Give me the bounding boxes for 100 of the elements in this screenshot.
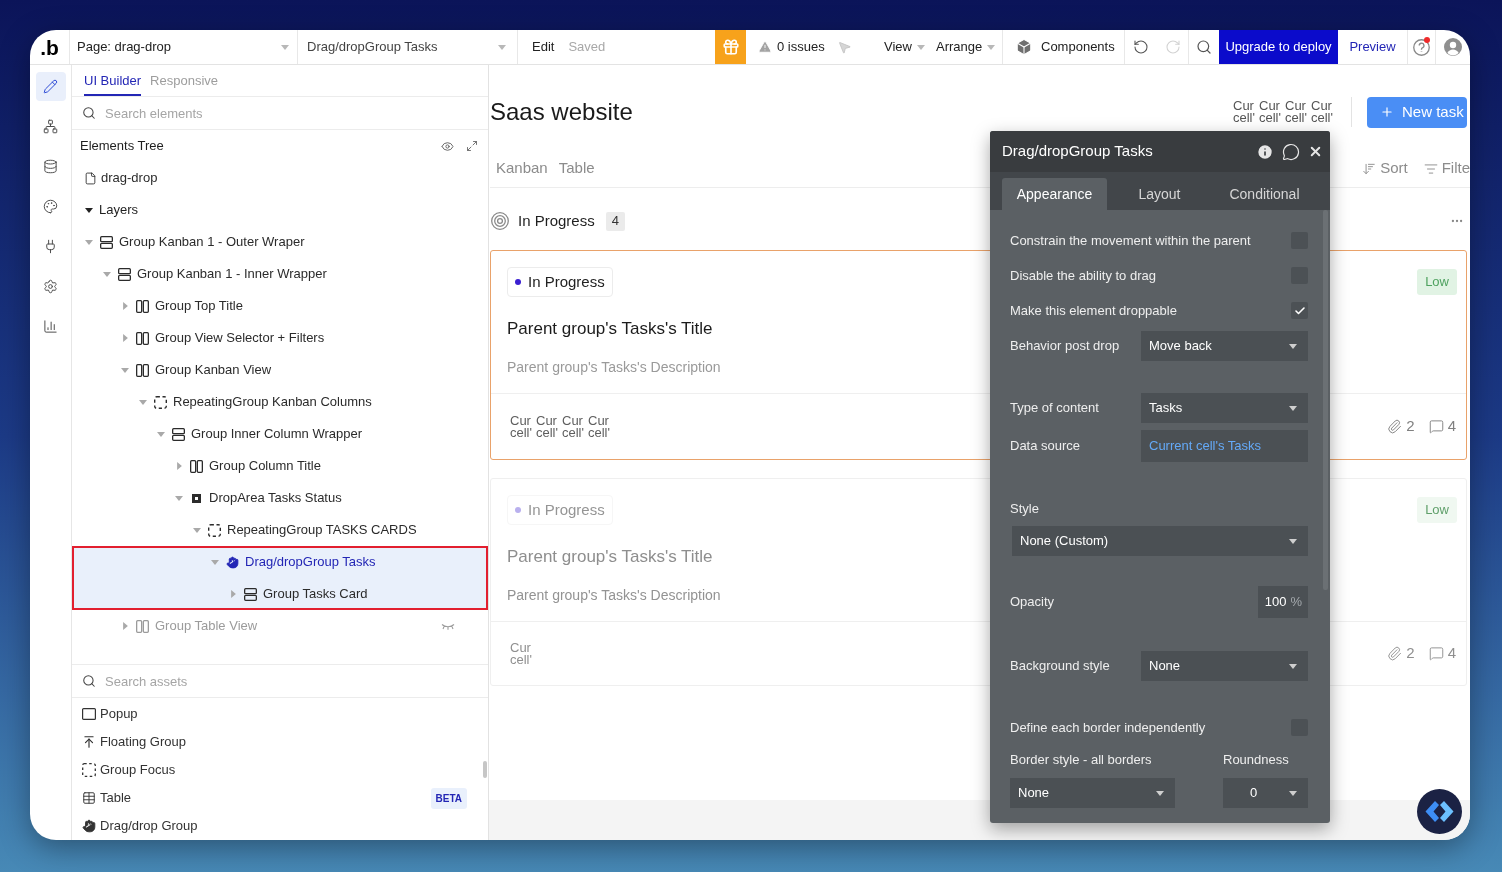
dropdown[interactable]: None xyxy=(1010,778,1175,808)
dropdown[interactable]: 0 xyxy=(1223,778,1308,808)
scrollbar-thumb[interactable] xyxy=(1323,210,1328,590)
tree-item[interactable]: RepeatingGroup TASKS CARDS xyxy=(72,514,488,546)
option-label: Roundness xyxy=(1223,751,1289,770)
search-icon xyxy=(1196,39,1212,55)
stacked-rows-icon xyxy=(172,427,185,441)
tree-item[interactable]: Group Tasks Card xyxy=(72,578,488,610)
gift-icon xyxy=(721,38,740,56)
name-text: Cur xyxy=(562,414,584,427)
save-status: Saved xyxy=(568,38,606,57)
issues-button[interactable]: 0 issues xyxy=(746,30,837,64)
floating-logo-button[interactable] xyxy=(1417,789,1462,834)
columns-icon xyxy=(190,459,203,473)
checkbox[interactable] xyxy=(1291,302,1308,319)
asset-item[interactable]: Table BETA xyxy=(72,784,488,812)
dropdown[interactable]: None xyxy=(1141,651,1308,681)
name-text: Cur xyxy=(1285,100,1307,112)
tree-item[interactable]: Drag/dropGroup Tasks xyxy=(72,546,488,578)
dropdown[interactable]: None (Custom) xyxy=(1012,526,1308,556)
dropdown[interactable]: Move back xyxy=(1141,331,1308,361)
task-title: Parent group's Tasks's Title xyxy=(507,546,713,568)
attachment-count: 2 xyxy=(1406,643,1415,664)
settings-icon xyxy=(43,278,58,294)
undo-icon xyxy=(1133,39,1149,55)
tree-item[interactable]: Layers xyxy=(72,194,488,226)
option-label: Define each border independently xyxy=(1010,718,1206,737)
count-badge: 4 xyxy=(605,211,625,231)
tree-item[interactable]: Group Kanban 1 - Inner Wrapper xyxy=(72,258,488,290)
option-label: Constrain the movement within the parent xyxy=(1010,231,1251,250)
page-select[interactable]: Page: drag-drop xyxy=(70,30,298,64)
close-icon[interactable] xyxy=(1308,144,1323,159)
dashed-square-icon xyxy=(208,523,221,537)
sort-button[interactable]: Sort xyxy=(1362,157,1408,180)
option-label: Background style xyxy=(1010,657,1110,676)
panel-title: Drag/dropGroup Tasks xyxy=(1002,141,1153,162)
target-icon xyxy=(491,212,509,230)
info-icon[interactable] xyxy=(1256,142,1274,161)
name-text: cell' xyxy=(1259,112,1281,124)
preview-link[interactable]: Preview xyxy=(1338,30,1408,64)
sidebar-tab[interactable] xyxy=(35,71,66,101)
caret-icon xyxy=(1156,790,1164,796)
name-text: Cur xyxy=(1311,100,1333,112)
dashed-square-icon xyxy=(82,763,96,777)
element-select[interactable]: Drag/dropGroup Tasks xyxy=(298,30,518,64)
eye-icon[interactable] xyxy=(441,139,454,153)
edit-menu[interactable]: Edit xyxy=(532,37,555,57)
tree-item[interactable]: Group View Selector + Filters xyxy=(72,322,488,354)
palette-icon xyxy=(43,198,58,214)
panel-header[interactable]: Drag/dropGroup Tasks xyxy=(990,131,1330,172)
filter-icon xyxy=(1423,161,1438,176)
name-text: Cur xyxy=(510,414,532,427)
tree-item[interactable]: Group Kanban View xyxy=(72,354,488,386)
search-field[interactable]: Search assets xyxy=(105,668,488,694)
sort-icon xyxy=(1362,161,1377,176)
number-field[interactable]: 100 % xyxy=(1258,586,1308,618)
panel-tab[interactable]: Conditional xyxy=(1212,178,1317,210)
expand-icon[interactable] xyxy=(466,140,478,152)
tree-item[interactable]: DropArea Tasks Status xyxy=(72,482,488,514)
asset-item[interactable]: Drag/drop Group xyxy=(72,812,488,840)
name-text: cell' xyxy=(510,426,532,439)
option-label: Style xyxy=(1010,500,1039,519)
dropdown[interactable]: Tasks xyxy=(1141,393,1308,423)
asset-item[interactable]: Floating Group xyxy=(72,728,488,756)
attachment-count: 2 xyxy=(1406,416,1415,437)
name-text: Cur xyxy=(1233,100,1255,112)
rectangle-icon xyxy=(82,708,96,720)
tree-item[interactable]: drag-drop xyxy=(72,162,488,194)
caret-icon xyxy=(498,44,506,50)
menu-button[interactable]: View xyxy=(865,30,929,64)
tree-item[interactable]: Group Column Title xyxy=(72,450,488,482)
menu-button[interactable]: Arrange xyxy=(929,30,1003,64)
app-logo[interactable]: .b xyxy=(40,36,59,58)
option-label: Type of content xyxy=(1010,399,1099,418)
help-icon xyxy=(1413,38,1430,56)
option-label: Behavior post drop xyxy=(1010,337,1120,356)
asset-item[interactable]: Popup xyxy=(72,700,488,728)
name-text: cell' xyxy=(588,426,610,439)
closed-eye-icon[interactable] xyxy=(441,622,455,630)
column-title: In Progress xyxy=(518,210,595,231)
search-field[interactable]: Search elements xyxy=(105,100,488,126)
plus-icon xyxy=(1380,105,1394,119)
tree-item[interactable]: Group Inner Column Wrapper xyxy=(72,418,488,450)
caret-icon xyxy=(1289,538,1297,544)
name-text: Cur xyxy=(536,414,558,427)
avatar-icon[interactable] xyxy=(1444,38,1462,56)
dashed-square-icon xyxy=(154,395,167,409)
tree-item[interactable]: Group Kanban 1 - Outer Wraper xyxy=(72,226,488,258)
panel-tab[interactable]: Layout xyxy=(1107,178,1212,210)
components-button[interactable]: Components xyxy=(1003,30,1125,64)
comment-icon[interactable] xyxy=(1282,142,1300,161)
panel-tab[interactable]: UI Builder xyxy=(84,65,142,96)
priority-tag: Low xyxy=(1417,269,1457,295)
panel-tab[interactable]: Appearance xyxy=(1002,178,1107,210)
name-text: cell' xyxy=(1233,112,1255,124)
tree-item[interactable]: RepeatingGroup Kanban Columns xyxy=(72,386,488,418)
caret-icon xyxy=(1289,405,1297,411)
asset-item[interactable]: Group Focus xyxy=(72,756,488,784)
tree-item[interactable]: Group Top Title xyxy=(72,290,488,322)
upgrade-button[interactable]: Upgrade to deploy xyxy=(1219,30,1338,64)
